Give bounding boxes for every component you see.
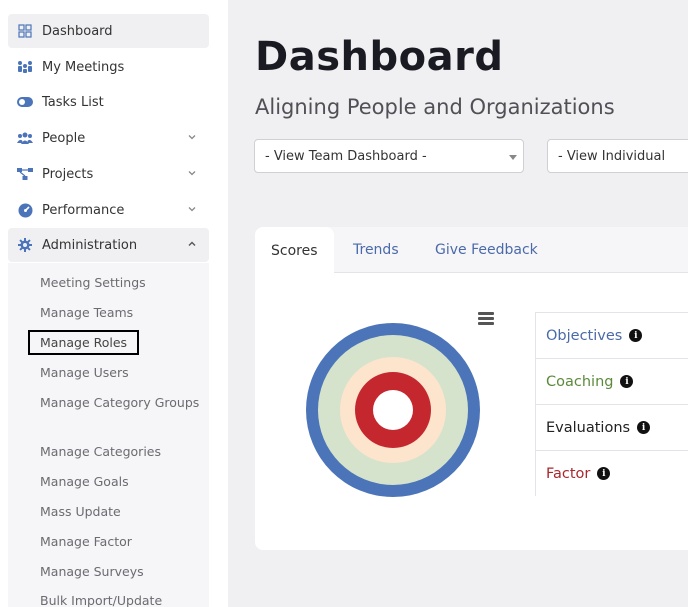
legend-factor[interactable]: Factor i <box>535 450 688 496</box>
submenu-manage-category-groups[interactable]: Manage Category Groups <box>40 393 205 412</box>
scores-card: Scores Trends Give Feedback Objectives i… <box>255 227 688 550</box>
sidebar-item-label: Performance <box>42 202 125 218</box>
submenu-meeting-settings[interactable]: Meeting Settings <box>40 273 205 292</box>
sidebar-item-dashboard[interactable]: Dashboard <box>8 14 209 48</box>
score-target-chart <box>306 323 480 497</box>
info-icon[interactable]: i <box>597 467 611 480</box>
submenu-manage-factor[interactable]: Manage Factor <box>40 532 205 551</box>
legend-label: Factor <box>546 465 591 482</box>
tab-give-feedback[interactable]: Give Feedback <box>435 227 538 273</box>
info-icon[interactable]: i <box>629 329 643 342</box>
legend-label: Objectives <box>546 327 623 344</box>
sidebar-item-label: People <box>42 130 86 146</box>
individual-dashboard-select[interactable]: - View Individual <box>547 139 688 173</box>
meeting-icon <box>16 58 34 76</box>
sidebar-item-my-meetings[interactable]: My Meetings <box>8 50 209 84</box>
chevron-down-icon <box>188 207 196 212</box>
legend-coaching[interactable]: Coaching i <box>535 358 688 404</box>
chevron-up-icon <box>188 241 196 246</box>
legend-label: Evaluations <box>546 419 631 436</box>
submenu-bulk-import-update[interactable]: Bulk Import/Update <box>40 591 205 607</box>
grid-icon <box>16 22 34 40</box>
gauge-icon <box>16 201 34 219</box>
hamburger-menu-icon[interactable] <box>478 312 494 325</box>
submenu-manage-users[interactable]: Manage Users <box>40 363 205 382</box>
submenu-manage-goals[interactable]: Manage Goals <box>40 472 205 491</box>
sidebar-item-label: Administration <box>42 237 138 253</box>
tab-scores[interactable]: Scores <box>255 227 334 274</box>
sidebar-item-people[interactable]: People <box>8 121 209 155</box>
people-icon <box>16 129 34 147</box>
sidebar-item-performance[interactable]: Performance <box>8 193 209 227</box>
legend-objectives[interactable]: Objectives i <box>535 312 688 358</box>
sidebar-item-projects[interactable]: Projects <box>8 157 209 191</box>
project-icon <box>16 165 34 183</box>
toggle-icon <box>16 93 34 111</box>
caret-down-icon <box>509 155 517 160</box>
submenu-manage-surveys[interactable]: Manage Surveys <box>40 562 205 581</box>
team-dashboard-select[interactable]: - View Team Dashboard - <box>254 139 524 173</box>
sidebar-item-label: Projects <box>42 166 94 182</box>
submenu-mass-update[interactable]: Mass Update <box>40 502 205 521</box>
sidebar-item-label: Tasks List <box>42 94 104 110</box>
sidebar-item-administration[interactable]: Administration <box>8 228 209 262</box>
sidebar-item-label: Dashboard <box>42 23 113 39</box>
submenu-manage-roles[interactable]: Manage Roles <box>28 330 140 355</box>
gear-icon <box>16 236 34 254</box>
info-icon[interactable]: i <box>637 421 651 434</box>
sidebar-item-tasks-list[interactable]: Tasks List <box>8 85 209 119</box>
page-subtitle: Aligning People and Organizations <box>255 95 615 119</box>
chevron-down-icon <box>188 171 196 176</box>
team-dashboard-select-value: - View Team Dashboard - <box>265 148 427 164</box>
chevron-down-icon <box>188 135 196 140</box>
page-title: Dashboard <box>255 34 504 80</box>
submenu-manage-teams[interactable]: Manage Teams <box>40 303 205 322</box>
ring-center <box>373 390 413 430</box>
sidebar-item-label: My Meetings <box>42 59 125 75</box>
legend-evaluations[interactable]: Evaluations i <box>535 404 688 450</box>
card-tabs: Scores Trends Give Feedback <box>255 227 688 274</box>
individual-dashboard-select-value: - View Individual <box>558 148 666 164</box>
tab-trends[interactable]: Trends <box>353 227 399 273</box>
sidebar: Dashboard My Meetings Tasks List People … <box>0 0 228 607</box>
info-icon[interactable]: i <box>620 375 634 388</box>
legend-label: Coaching <box>546 373 614 390</box>
submenu-manage-categories[interactable]: Manage Categories <box>40 442 205 461</box>
